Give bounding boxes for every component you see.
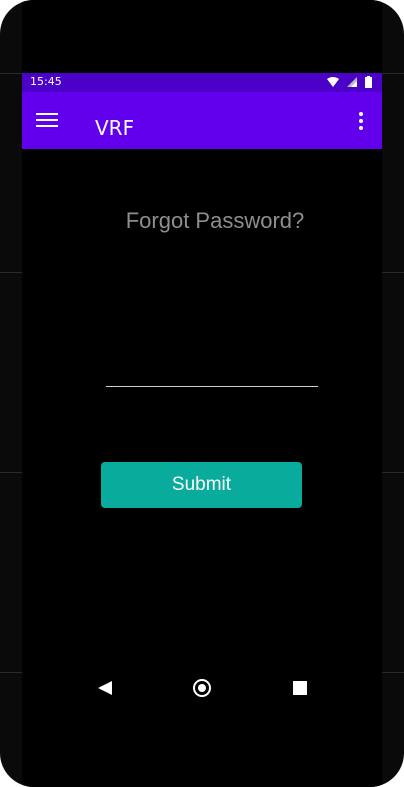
device-frame: 15:45 VRF Forgot Password? Submit [0, 0, 404, 787]
status-bar: 15:45 [22, 73, 382, 92]
frame-divider [382, 472, 404, 473]
frame-divider [0, 672, 22, 673]
frame-divider [382, 672, 404, 673]
hamburger-menu-icon[interactable] [36, 113, 58, 129]
status-icons [327, 76, 372, 88]
signal-icon [347, 77, 357, 87]
email-field[interactable] [106, 356, 318, 387]
frame-divider [0, 272, 22, 273]
app-bar: VRF [22, 92, 382, 149]
home-icon[interactable] [193, 679, 211, 697]
app-title: VRF [95, 116, 135, 140]
back-icon[interactable] [98, 681, 112, 695]
recents-icon[interactable] [293, 681, 307, 695]
status-time: 15:45 [30, 75, 62, 88]
frame-divider [0, 472, 22, 473]
page-title: Forgot Password? [125, 208, 305, 233]
wifi-icon [327, 77, 339, 87]
submit-button[interactable]: Submit [101, 462, 302, 508]
frame-divider [382, 272, 404, 273]
app-screen: 15:45 VRF Forgot Password? Submit [22, 0, 382, 787]
more-vertical-icon[interactable] [358, 112, 364, 130]
frame-divider [382, 73, 404, 74]
battery-icon [365, 76, 372, 88]
frame-divider [0, 73, 22, 74]
system-nav-bar [22, 668, 382, 708]
